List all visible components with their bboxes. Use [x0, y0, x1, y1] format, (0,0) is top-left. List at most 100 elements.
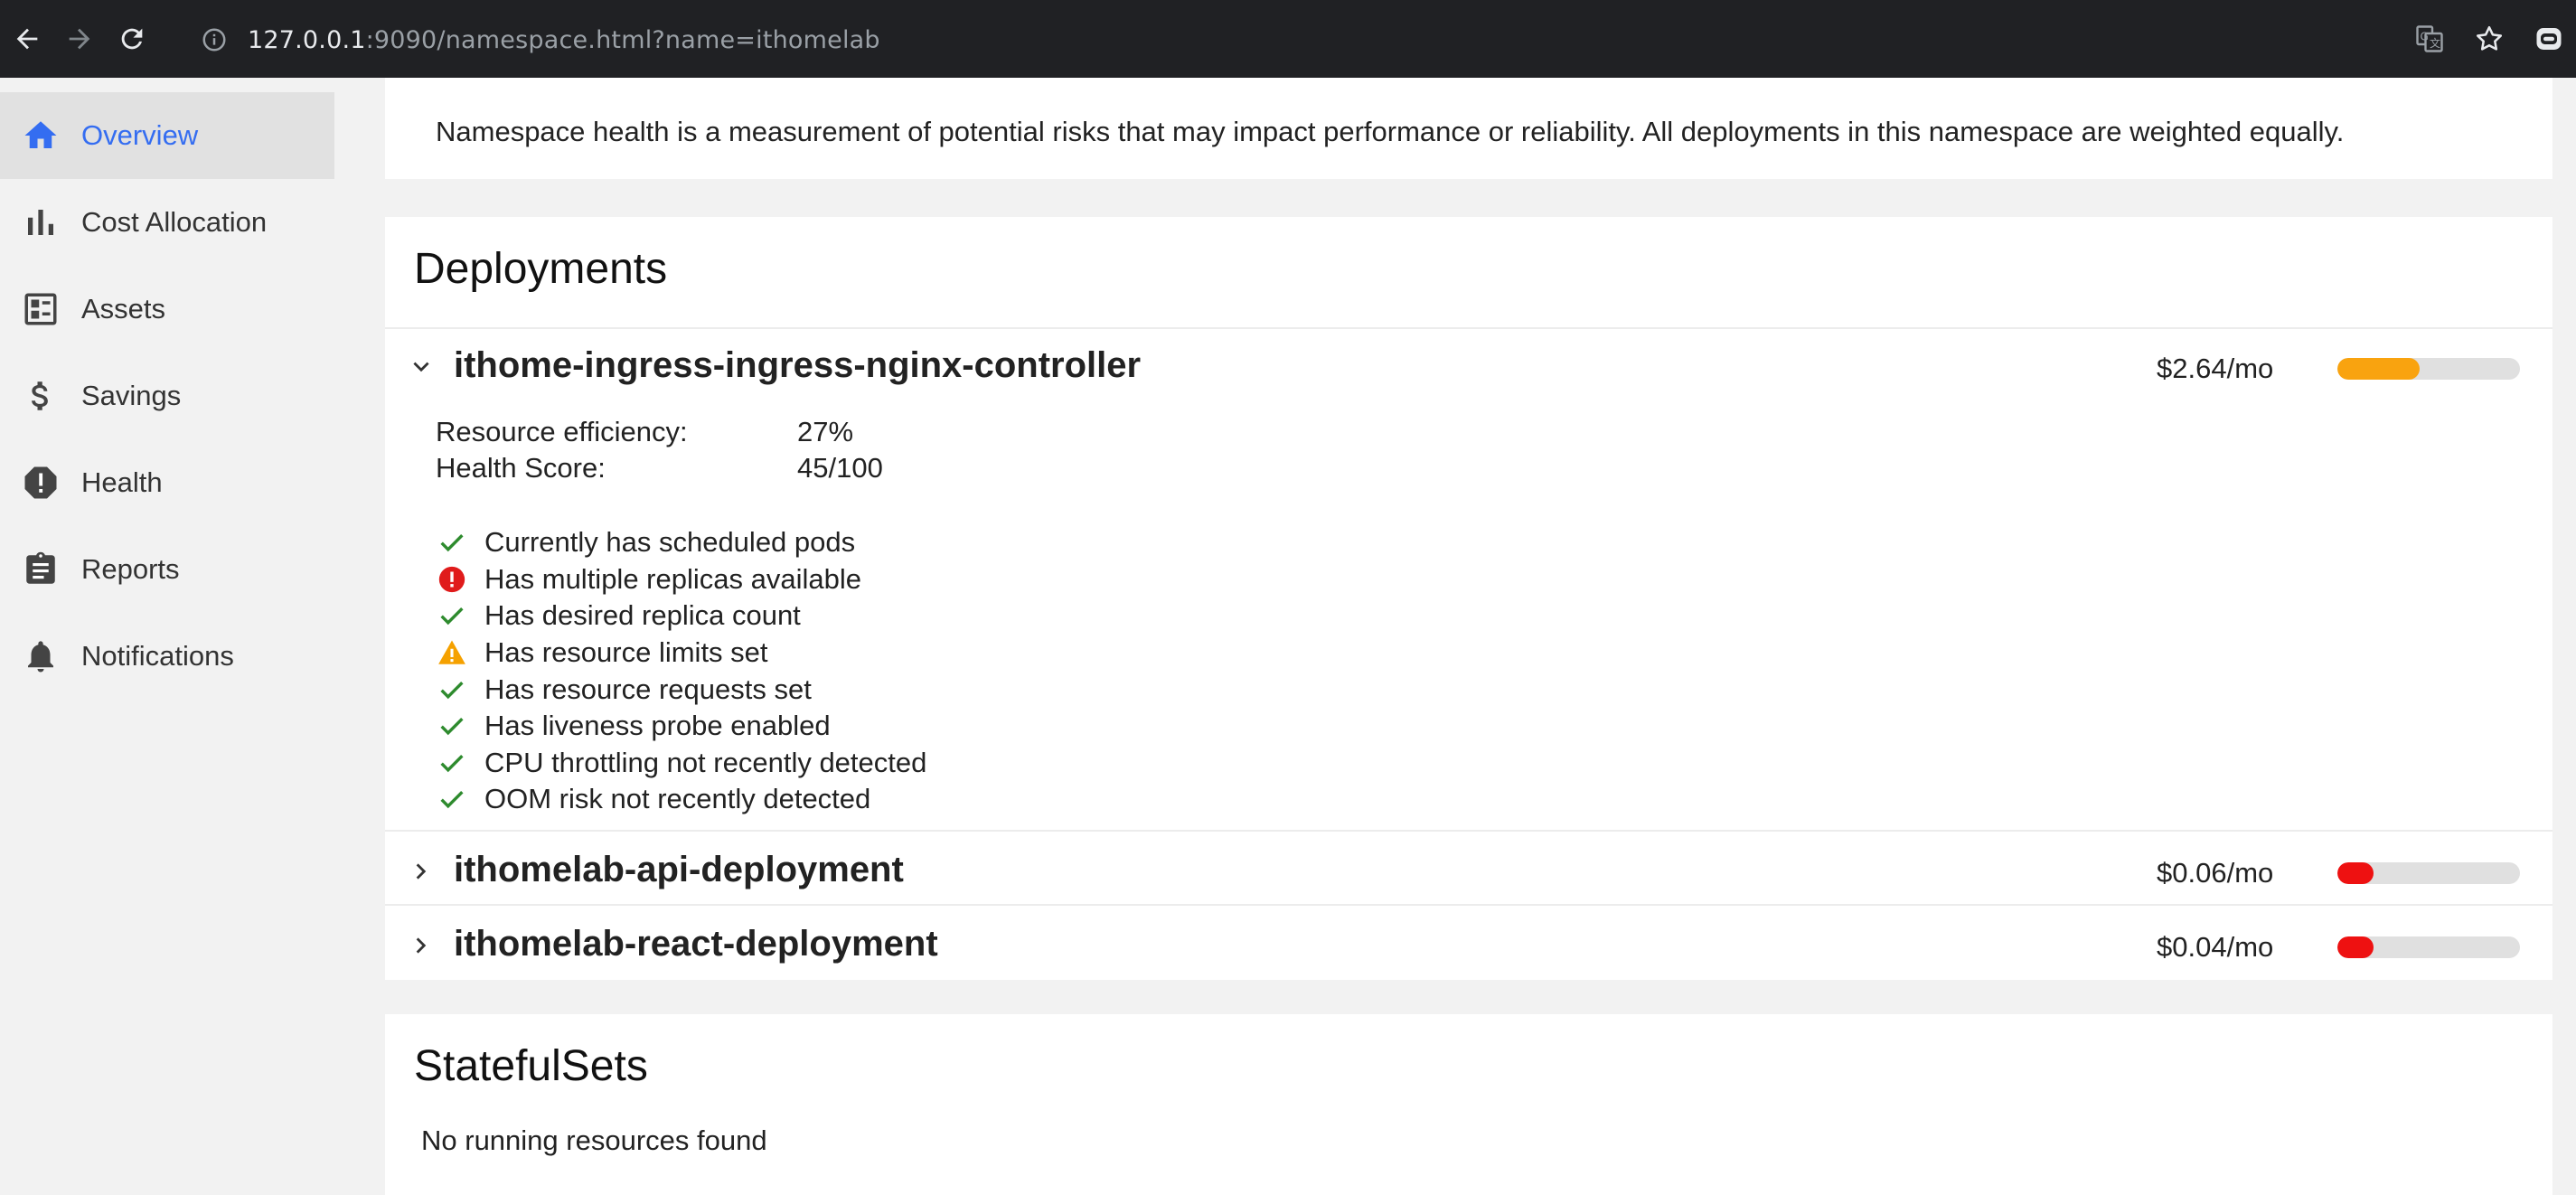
back-arrow-icon	[16, 28, 38, 50]
health-score-label: Health Score:	[436, 452, 606, 484]
bar-chart-icon	[0, 179, 81, 266]
check-icon	[436, 599, 468, 632]
health-check-label: CPU throttling not recently detected	[484, 746, 927, 778]
deployment-name[interactable]: ithomelab-react-deployment	[454, 924, 938, 964]
sidebar-item-label: Cost Allocation	[81, 206, 268, 238]
translate-icon: G文	[2416, 25, 2443, 52]
forward-arrow-icon	[69, 28, 90, 50]
health-check-label: Has desired replica count	[484, 599, 801, 632]
svg-text:G: G	[2421, 31, 2429, 43]
deployment-cost: $0.04/mo	[2157, 931, 2274, 963]
divider	[385, 830, 2552, 832]
error-icon	[436, 563, 468, 596]
empty-state-text: No running resources found	[421, 1124, 767, 1156]
back-button[interactable]	[2, 14, 52, 64]
chevron-right-icon[interactable]	[403, 927, 439, 964]
dollar-icon	[0, 353, 81, 439]
check-icon	[436, 747, 468, 779]
health-check-label: Has liveness probe enabled	[484, 710, 831, 742]
chevron-down-icon[interactable]	[403, 349, 439, 385]
star-icon	[2476, 25, 2503, 51]
efficiency-value: 27%	[797, 416, 854, 447]
sidebar-item-label: Assets	[81, 293, 166, 325]
deployments-title: Deployments	[414, 245, 668, 293]
check-icon	[436, 673, 468, 706]
browser-toolbar: 127.0.0.1:9090/namespace.html?name=ithom…	[0, 0, 2576, 78]
sidebar-item-label: Health	[81, 466, 163, 498]
reload-button[interactable]	[107, 14, 157, 64]
forward-button[interactable]	[54, 14, 105, 64]
deployments-card: Deployments ithome-ingress-ingress-nginx…	[385, 217, 2552, 980]
health-checks-list: Currently has scheduled pods Has multiple…	[436, 524, 926, 818]
health-check-item: OOM risk not recently detected	[436, 781, 926, 818]
statefulsets-title: StatefulSets	[414, 1042, 648, 1090]
check-icon	[436, 526, 468, 559]
bookmark-button[interactable]	[2462, 12, 2516, 66]
divider	[385, 904, 2552, 906]
sidebar-item-label: Reports	[81, 553, 180, 585]
extension-button[interactable]	[2522, 12, 2576, 66]
health-check-label: OOM risk not recently detected	[484, 783, 871, 815]
sidebar: Overview Cost Allocation Assets Savings …	[0, 78, 353, 1171]
reload-icon	[121, 28, 143, 50]
health-check-label: Has resource requests set	[484, 673, 812, 705]
deployment-row[interactable]: ithome-ingress-ingress-nginx-controller …	[385, 331, 2552, 403]
sidebar-item-reports[interactable]: Reports	[0, 526, 334, 613]
deployment-row[interactable]: ithomelab-api-deployment $0.06/mo	[385, 835, 2552, 908]
info-icon[interactable]	[199, 24, 230, 55]
health-check-item: Has desired replica count	[436, 598, 926, 635]
health-bar	[2337, 936, 2520, 958]
chevron-right-icon[interactable]	[403, 853, 439, 889]
sidebar-item-assets[interactable]: Assets	[0, 266, 334, 353]
health-bar	[2337, 358, 2520, 380]
sidebar-item-savings[interactable]: Savings	[0, 353, 334, 439]
deployment-metrics: Resource efficiency: 27% Health Score: 4…	[436, 416, 883, 488]
url-host: 127.0.0.1	[248, 25, 366, 54]
url-text: 127.0.0.1:9090/namespace.html?name=ithom…	[248, 26, 880, 54]
divider	[385, 327, 2552, 329]
health-check-label: Currently has scheduled pods	[484, 526, 856, 559]
deployment-cost: $2.64/mo	[2157, 353, 2274, 384]
health-bar-fill	[2337, 936, 2374, 958]
extension-icon	[2536, 28, 2562, 50]
deployment-cost: $0.06/mo	[2157, 857, 2274, 889]
home-icon	[0, 92, 81, 179]
clipboard-icon	[0, 526, 81, 613]
health-icon	[0, 439, 81, 526]
health-check-item: Has resource requests set	[436, 671, 926, 708]
health-bar	[2337, 862, 2520, 884]
sidebar-item-label: Savings	[81, 380, 182, 411]
check-icon	[436, 783, 468, 815]
health-check-label: Has multiple replicas available	[484, 562, 861, 595]
health-bar-fill	[2337, 358, 2420, 380]
warning-icon	[436, 636, 468, 669]
sidebar-item-overview[interactable]: Overview	[0, 92, 334, 179]
bell-icon	[0, 613, 81, 700]
namespace-health-info-card: Namespace health is a measurement of pot…	[385, 78, 2552, 179]
assets-icon	[0, 266, 81, 353]
health-check-item: Has resource limits set	[436, 635, 926, 672]
url-path: :9090/namespace.html?name=ithomelab	[365, 25, 880, 54]
sidebar-item-notifications[interactable]: Notifications	[0, 613, 334, 700]
deployment-name[interactable]: ithomelab-api-deployment	[454, 850, 904, 890]
sidebar-item-health[interactable]: Health	[0, 439, 334, 526]
svg-text:文: 文	[2430, 36, 2440, 50]
deployment-name[interactable]: ithome-ingress-ingress-nginx-controller	[454, 345, 1141, 386]
deployment-row[interactable]: ithomelab-react-deployment $0.04/mo	[385, 909, 2552, 982]
health-bar-fill	[2337, 862, 2374, 884]
address-bar[interactable]: 127.0.0.1:9090/namespace.html?name=ithom…	[181, 11, 2278, 69]
namespace-health-description: Namespace health is a measurement of pot…	[436, 116, 2345, 147]
statefulsets-card: StatefulSets No running resources found	[385, 1014, 2552, 1195]
sidebar-item-cost-allocation[interactable]: Cost Allocation	[0, 179, 334, 266]
health-check-item: Currently has scheduled pods	[436, 524, 926, 561]
sidebar-item-label: Notifications	[81, 640, 234, 672]
health-check-item: Has multiple replicas available	[436, 561, 926, 598]
translate-button[interactable]: G文	[2402, 12, 2457, 66]
health-check-label: Has resource limits set	[484, 636, 768, 669]
health-score-value: 45/100	[797, 452, 883, 484]
efficiency-label: Resource efficiency:	[436, 416, 688, 447]
check-icon	[436, 710, 468, 742]
health-check-item: Has liveness probe enabled	[436, 708, 926, 745]
health-check-item: CPU throttling not recently detected	[436, 745, 926, 782]
sidebar-item-label: Overview	[81, 119, 199, 151]
